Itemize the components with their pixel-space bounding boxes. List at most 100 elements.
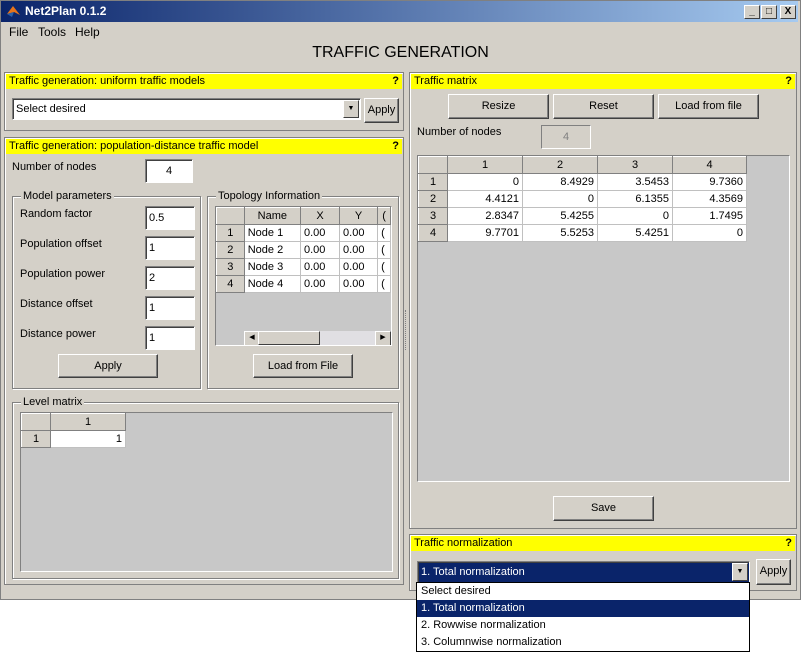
- help-icon[interactable]: ?: [785, 536, 792, 551]
- table-cell[interactable]: 0.00: [299, 241, 341, 259]
- normalization-header: Traffic normalization ?: [411, 536, 795, 551]
- table-cell[interactable]: 0: [597, 207, 673, 225]
- column-header[interactable]: X: [299, 207, 341, 225]
- table-row: 3 2.8347 5.4255 0 1.7495: [418, 207, 747, 225]
- page-title: TRAFFIC GENERATION: [312, 44, 489, 61]
- uniform-select-value: Select desired: [16, 103, 86, 115]
- distance-offset-field[interactable]: 1: [145, 296, 195, 320]
- table-cell[interactable]: Node 2: [243, 241, 301, 259]
- menu-tools[interactable]: Tools: [38, 25, 66, 39]
- table-cell[interactable]: 8.4929: [522, 173, 598, 191]
- table-cell[interactable]: 9.7360: [672, 173, 747, 191]
- normalization-select[interactable]: 1. Total normalization ▼: [417, 561, 750, 583]
- table-cell[interactable]: 3.5453: [597, 173, 673, 191]
- table-cell[interactable]: 5.4255: [522, 207, 598, 225]
- row-header: 3: [216, 258, 245, 276]
- help-icon[interactable]: ?: [392, 74, 399, 89]
- table-cell[interactable]: 1.7495: [672, 207, 747, 225]
- help-icon[interactable]: ?: [785, 74, 792, 89]
- popdist-apply-button[interactable]: Apply: [58, 354, 158, 378]
- table-cell[interactable]: Node 1: [243, 224, 301, 242]
- uniform-header-label: Traffic generation: uniform traffic mode…: [9, 75, 206, 87]
- table-row: 1 Node 1 0.00 0.00 (: [216, 224, 391, 242]
- scroll-right-icon[interactable]: ▶: [375, 331, 391, 345]
- table-cell[interactable]: 4.3569: [672, 190, 747, 208]
- table-cell[interactable]: (: [377, 241, 391, 259]
- menu-file[interactable]: File: [9, 25, 28, 39]
- column-header[interactable]: 1: [50, 413, 126, 431]
- table-cell[interactable]: 5.4251: [597, 224, 673, 242]
- splitter-handle[interactable]: [405, 310, 408, 350]
- column-header[interactable]: 3: [597, 156, 673, 174]
- table-cell[interactable]: 0.00: [339, 275, 379, 293]
- row-header: 1: [21, 430, 51, 448]
- traffic-matrix-panel: Traffic matrix ? Resize Reset Load from …: [409, 72, 797, 529]
- popdist-header-label: Traffic generation: population-distance …: [9, 140, 259, 152]
- uniform-model-select[interactable]: Select desired ▼: [12, 98, 361, 120]
- row-header: 4: [216, 275, 245, 293]
- table-cell[interactable]: Node 4: [243, 275, 301, 293]
- table-cell[interactable]: 0.00: [339, 241, 379, 259]
- dropdown-option[interactable]: 2. Rowwise normalization: [417, 617, 749, 634]
- topology-table-area: Name X Y ( 1 Node 1 0.00 0.00 ( 2 Node 2…: [215, 206, 392, 346]
- table-cell[interactable]: 1: [50, 430, 126, 448]
- table-cell[interactable]: 0.00: [339, 224, 379, 242]
- table-cell[interactable]: (: [377, 258, 391, 276]
- table-cell[interactable]: (: [377, 224, 391, 242]
- table-cell[interactable]: 0.00: [299, 275, 341, 293]
- dropdown-option-selected[interactable]: 1. Total normalization: [417, 600, 749, 617]
- column-header[interactable]: Y: [339, 207, 379, 225]
- horizontal-scrollbar[interactable]: ◀ ▶: [244, 331, 391, 345]
- uniform-apply-button[interactable]: Apply: [364, 98, 399, 123]
- column-header[interactable]: 2: [522, 156, 598, 174]
- column-header[interactable]: 4: [672, 156, 747, 174]
- topology-group: Topology Information Name X Y ( 1 Node 1…: [207, 190, 399, 389]
- normalization-apply-button[interactable]: Apply: [756, 559, 791, 585]
- load-from-file-button[interactable]: Load from file: [658, 94, 759, 119]
- table-cell[interactable]: 5.5253: [522, 224, 598, 242]
- table-cell[interactable]: 4.4121: [447, 190, 523, 208]
- table-cell[interactable]: 0: [522, 190, 598, 208]
- maximize-button[interactable]: □: [761, 5, 777, 19]
- uniform-header: Traffic generation: uniform traffic mode…: [6, 74, 402, 89]
- distance-power-field[interactable]: 1: [145, 326, 195, 350]
- dropdown-option[interactable]: 3. Columnwise normalization: [417, 634, 749, 651]
- table-cell[interactable]: 0: [672, 224, 747, 242]
- table-cell[interactable]: 9.7701: [447, 224, 523, 242]
- row-header: 3: [418, 207, 448, 225]
- table-cell[interactable]: Node 3: [243, 258, 301, 276]
- load-from-file-button[interactable]: Load from File: [253, 354, 353, 378]
- row-header: 1: [216, 224, 245, 242]
- corner-cell: [418, 156, 448, 174]
- population-offset-field[interactable]: 1: [145, 236, 195, 260]
- level-matrix-table: 1 1 1: [21, 413, 126, 448]
- dropdown-option[interactable]: Select desired: [417, 583, 749, 600]
- chevron-down-icon[interactable]: ▼: [732, 563, 748, 581]
- column-header[interactable]: 1: [447, 156, 523, 174]
- column-header[interactable]: Name: [243, 207, 301, 225]
- matlab-icon: [7, 6, 20, 17]
- table-cell[interactable]: 0.00: [299, 258, 341, 276]
- row-header: 1: [418, 173, 448, 191]
- help-icon[interactable]: ?: [392, 139, 399, 154]
- table-cell[interactable]: 0.00: [299, 224, 341, 242]
- table-cell[interactable]: 0: [447, 173, 523, 191]
- minimize-button[interactable]: _: [744, 5, 760, 19]
- table-cell[interactable]: 2.8347: [447, 207, 523, 225]
- scrollbar-thumb[interactable]: [258, 331, 320, 345]
- column-header[interactable]: (: [377, 207, 391, 225]
- param-label: Population offset: [20, 238, 102, 250]
- reset-button[interactable]: Reset: [553, 94, 654, 119]
- table-cell[interactable]: 0.00: [339, 258, 379, 276]
- random-factor-field[interactable]: 0.5: [145, 206, 195, 230]
- close-button[interactable]: X: [780, 5, 796, 19]
- save-button[interactable]: Save: [553, 496, 654, 521]
- resize-button[interactable]: Resize: [448, 94, 549, 119]
- table-cell[interactable]: (: [377, 275, 391, 293]
- num-nodes-label: Number of nodes: [12, 161, 97, 173]
- population-power-field[interactable]: 2: [145, 266, 195, 290]
- table-cell[interactable]: 6.1355: [597, 190, 673, 208]
- chevron-down-icon[interactable]: ▼: [343, 100, 359, 118]
- menu-help[interactable]: Help: [75, 25, 100, 39]
- num-nodes-field[interactable]: 4: [145, 159, 193, 183]
